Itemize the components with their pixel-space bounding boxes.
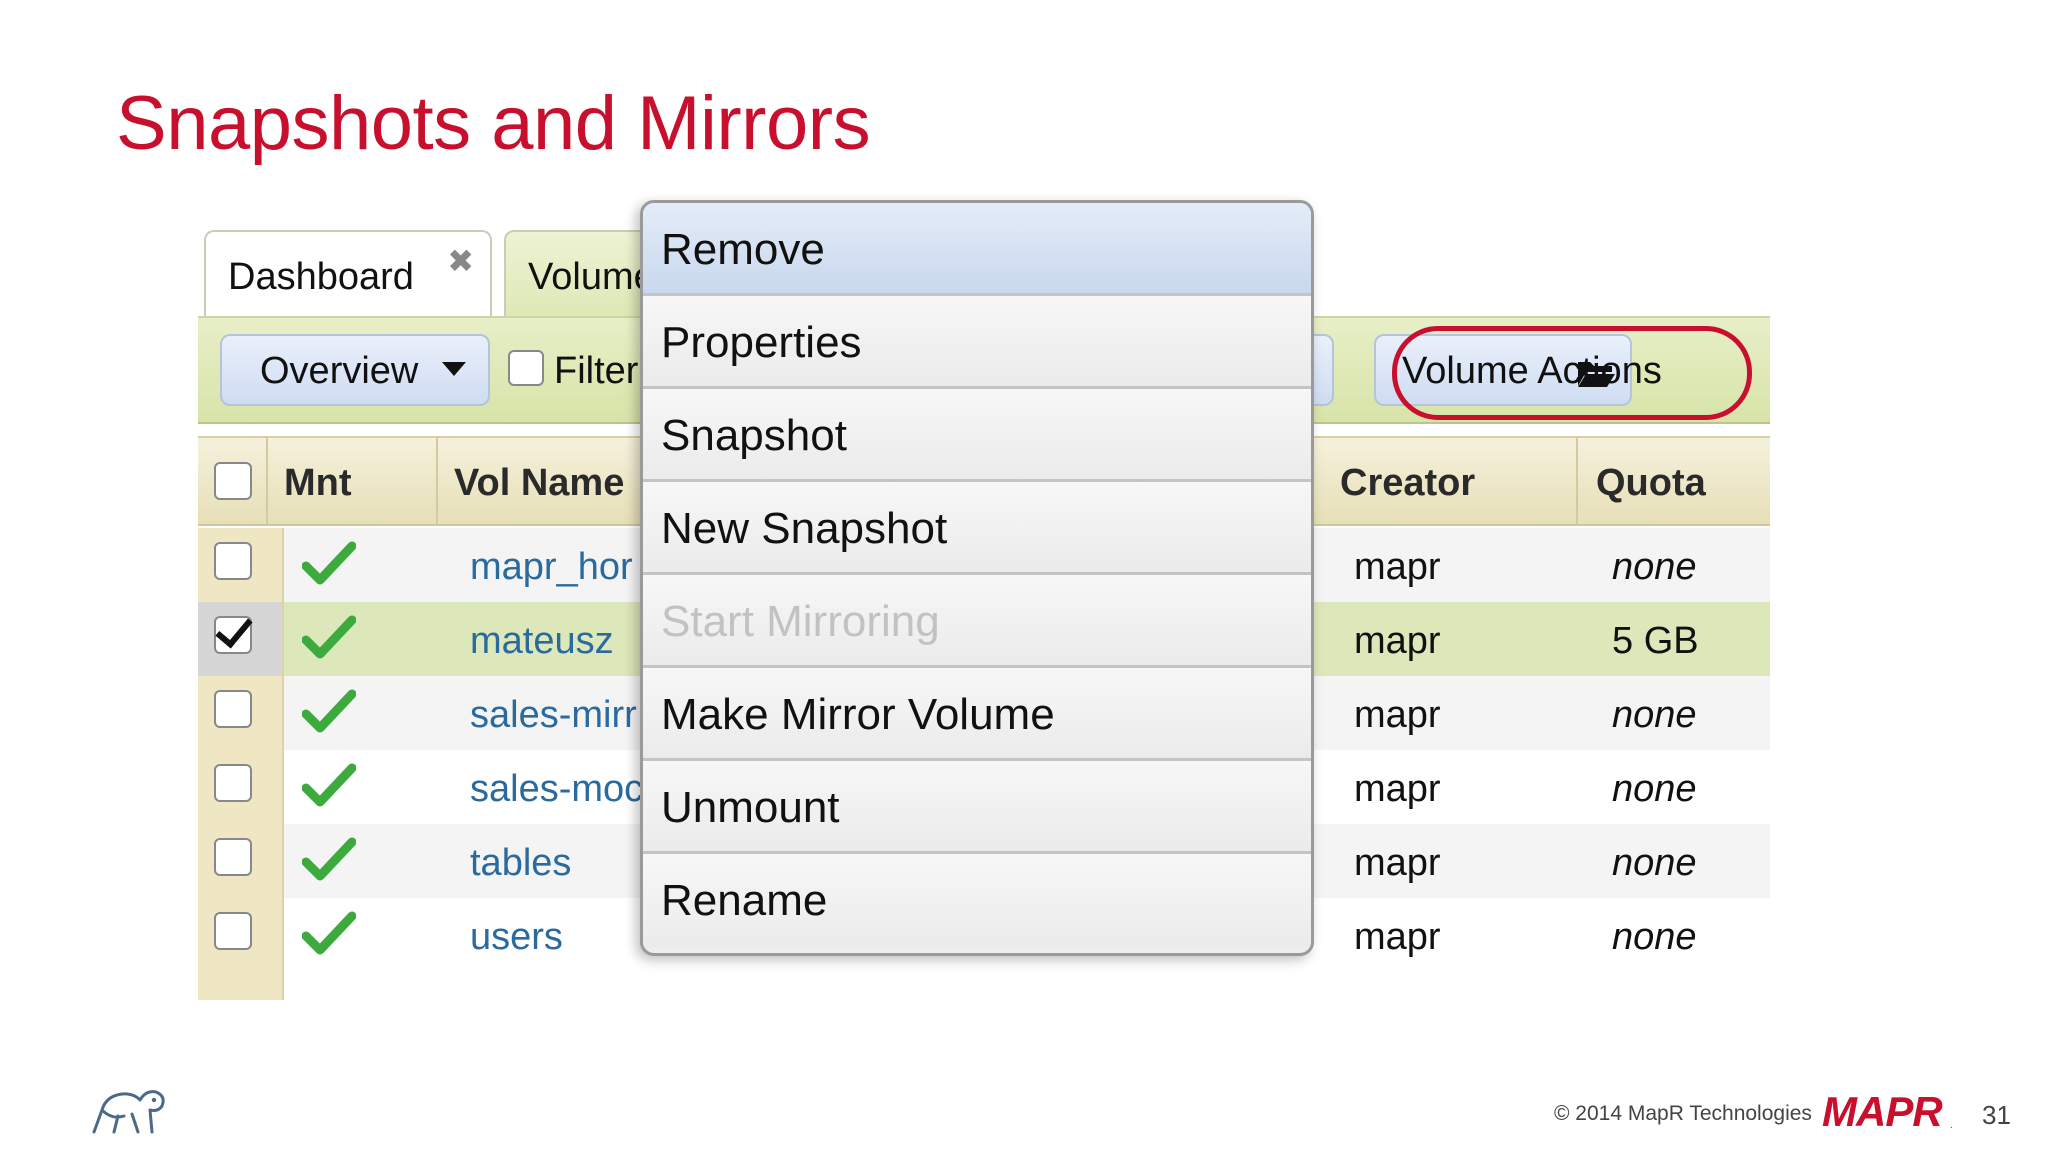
svg-text:.: . (1950, 1120, 1953, 1131)
menu-item-snapshot[interactable]: Snapshot (643, 389, 1311, 482)
row-checkbox[interactable] (214, 616, 252, 654)
filter-label: Filter (554, 350, 639, 392)
row-checkbox[interactable] (214, 542, 252, 580)
creator-cell: mapr (1354, 842, 1441, 884)
tab-dashboard[interactable]: Dashboard ✖ (204, 230, 492, 320)
menu-item-rename[interactable]: Rename (643, 854, 1311, 947)
creator-cell: mapr (1354, 546, 1441, 588)
filter-checkbox[interactable] (508, 350, 544, 386)
row-gutter (198, 676, 284, 750)
row-gutter (198, 898, 284, 972)
folder-open-icon (1578, 362, 1615, 387)
quota-cell: none (1612, 916, 1697, 958)
check-icon (302, 689, 356, 733)
check-icon (302, 541, 356, 585)
svg-text:MAPR: MAPR (1822, 1088, 1943, 1132)
menu-item-properties[interactable]: Properties (643, 296, 1311, 389)
row-checkbox[interactable] (214, 764, 252, 802)
quota-cell: 5 GB (1612, 620, 1699, 662)
row-checkbox[interactable] (214, 838, 252, 876)
menu-item-start-mirroring: Start Mirroring (643, 575, 1311, 668)
creator-cell: mapr (1354, 768, 1441, 810)
creator-cell: mapr (1354, 694, 1441, 736)
volume-actions-menu: Remove Properties Snapshot New Snapshot … (640, 200, 1314, 956)
mapr-logo: MAPR . (1822, 1088, 1953, 1132)
close-icon[interactable]: ✖ (447, 242, 474, 280)
check-icon (302, 911, 356, 955)
check-icon (302, 615, 356, 659)
column-header-creator[interactable]: Creator (1318, 438, 1578, 526)
header-checkbox-cell (198, 438, 268, 526)
row-gutter (198, 602, 284, 676)
column-header-mnt[interactable]: Mnt (268, 438, 438, 526)
volume-name-link[interactable]: tables (470, 842, 571, 885)
check-icon (302, 837, 356, 881)
row-checkbox[interactable] (214, 690, 252, 728)
creator-cell: mapr (1354, 620, 1441, 662)
tab-dashboard-label: Dashboard (228, 256, 414, 298)
copyright-text: © 2014 MapR Technologies (1554, 1102, 1812, 1125)
volume-name-link[interactable]: sales-mirr (470, 694, 637, 737)
menu-item-new-snapshot[interactable]: New Snapshot (643, 482, 1311, 575)
volume-name-link[interactable]: users (470, 916, 563, 959)
slide-title: Snapshots and Mirrors (116, 81, 871, 166)
overview-label: Overview (260, 350, 419, 392)
volume-name-link[interactable]: mateusz (470, 620, 614, 663)
menu-item-make-mirror-volume[interactable]: Make Mirror Volume (643, 668, 1311, 761)
row-gutter (198, 824, 284, 898)
caret-down-icon (442, 362, 466, 376)
page-number: 31 (1982, 1100, 2011, 1130)
column-header-quota[interactable]: Quota (1578, 438, 1770, 526)
select-all-checkbox[interactable] (214, 462, 252, 500)
grid-gutter-filler (198, 970, 284, 1000)
quota-cell: none (1612, 768, 1697, 810)
quota-cell: none (1612, 842, 1697, 884)
row-checkbox[interactable] (214, 912, 252, 950)
row-gutter (198, 528, 284, 602)
menu-item-unmount[interactable]: Unmount (643, 761, 1311, 854)
menu-item-remove[interactable]: Remove (643, 203, 1311, 296)
elephant-logo-icon (92, 1090, 165, 1134)
volume-name-link[interactable]: sales-moc (470, 768, 643, 811)
volume-actions-label: Volume Actions (1402, 350, 1662, 392)
creator-cell: mapr (1354, 916, 1441, 958)
quota-cell: none (1612, 546, 1697, 588)
volume-actions-button[interactable]: Volume Actions (1374, 334, 1662, 406)
quota-cell: none (1612, 694, 1697, 736)
overview-dropdown[interactable]: Overview (220, 334, 490, 406)
row-gutter (198, 750, 284, 824)
check-icon (302, 763, 356, 807)
volume-name-link[interactable]: mapr_hor (470, 546, 633, 589)
